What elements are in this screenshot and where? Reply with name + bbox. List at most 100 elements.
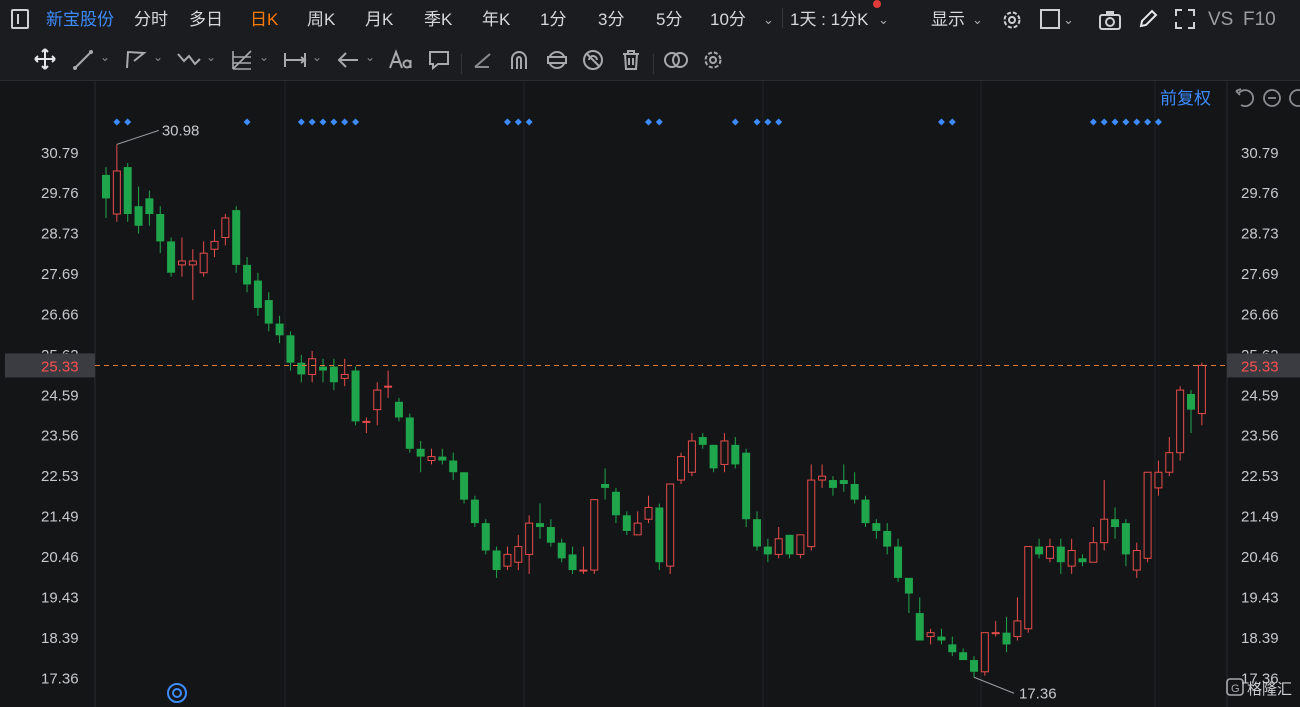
interval-selector[interactable]: 1天 : 1分K: [790, 9, 868, 31]
pencil-icon[interactable]: [1137, 8, 1159, 30]
candle-body: [546, 527, 555, 543]
candle-body: [503, 553, 512, 567]
settings-gear-icon[interactable]: [1000, 8, 1024, 32]
candle-body: [319, 366, 327, 371]
drawing-settings-gear-icon[interactable]: [701, 48, 725, 72]
wave-tool-chevron-icon[interactable]: ⌄: [206, 46, 216, 68]
fullscreen-icon[interactable]: [1174, 8, 1196, 30]
wave-tool-icon[interactable]: [176, 49, 202, 71]
candle-body: [753, 519, 761, 547]
comment-tool-icon[interactable]: [428, 49, 450, 71]
candle-body: [232, 210, 241, 265]
measure-chevron-icon[interactable]: ⌄: [312, 46, 322, 68]
y-tick-label-right: 23.56: [1241, 428, 1279, 445]
candle-body: [362, 420, 371, 423]
tab-duori[interactable]: 多日: [189, 9, 223, 31]
candle-body: [275, 323, 284, 336]
y-tick-label-right: 18.39: [1241, 630, 1279, 647]
sidebar-toggle-icon[interactable]: [11, 9, 29, 29]
candle: [1143, 471, 1152, 563]
vs-button[interactable]: VS: [1208, 9, 1233, 31]
candle-body: [1187, 394, 1195, 410]
compare-icon[interactable]: [663, 50, 689, 70]
y-tick-label-right: 21.49: [1241, 509, 1279, 526]
brush-tool-icon[interactable]: [472, 50, 494, 70]
candle-body: [1100, 518, 1109, 544]
candle-body: [264, 300, 273, 324]
hide-drawings-icon[interactable]: [582, 49, 604, 71]
candle: [405, 413, 414, 453]
y-tick-label-right: 30.79: [1241, 145, 1279, 162]
layout-chevron-icon[interactable]: ⌄: [1063, 9, 1074, 31]
more-periods-chevron-icon[interactable]: ⌄: [763, 9, 774, 31]
tab-5min[interactable]: 5分: [656, 9, 682, 31]
candle-body: [470, 499, 479, 524]
candle-body: [785, 534, 794, 555]
arrow-tool-icon[interactable]: [336, 49, 360, 71]
tab-niank[interactable]: 年K: [482, 9, 510, 31]
text-tool-icon[interactable]: [388, 49, 414, 71]
chart-background: [0, 81, 1300, 707]
candlestick-chart[interactable]: 30.79 30.79 29.76 29.76 28.73 28.73 27.69 27.69…: [0, 81, 1300, 707]
magnet-icon[interactable]: [508, 49, 530, 71]
stock-name[interactable]: 新宝股份: [46, 9, 114, 31]
candle: [742, 448, 751, 528]
fibonacci-tool-icon[interactable]: [230, 48, 254, 72]
candle-body: [980, 632, 989, 673]
watermark-text: 格隆汇: [1247, 680, 1292, 698]
candle-body: [666, 483, 675, 567]
interval-chevron-icon[interactable]: ⌄: [878, 9, 889, 31]
adjust-mode-label[interactable]: 前复权: [1160, 89, 1211, 108]
y-tick-label-right: 19.43: [1241, 589, 1279, 606]
display-chevron-icon[interactable]: ⌄: [972, 9, 983, 31]
y-tick-label-left: 23.56: [41, 428, 79, 445]
candle-body: [959, 652, 968, 661]
candle-body: [861, 499, 870, 524]
candle: [861, 495, 870, 528]
arrow-tool-chevron-icon[interactable]: ⌄: [365, 46, 375, 68]
tab-10min[interactable]: 10分: [710, 9, 746, 31]
tab-3min[interactable]: 3分: [598, 9, 624, 31]
y-tick-label-right: 27.69: [1241, 266, 1279, 283]
display-menu[interactable]: 显示: [931, 9, 965, 31]
tab-1min[interactable]: 1分: [540, 9, 566, 31]
measure-tool-icon[interactable]: [283, 49, 307, 71]
lock-drawings-icon[interactable]: [545, 49, 569, 71]
toolbar-divider: [653, 54, 654, 74]
candle-body: [991, 632, 1000, 635]
candle-body: [243, 264, 252, 285]
candle: [677, 452, 686, 484]
trash-icon[interactable]: [621, 49, 641, 71]
candle-body: [677, 456, 686, 481]
candle-body: [1197, 364, 1206, 415]
candle-body: [221, 217, 230, 238]
candle-body: [1024, 546, 1033, 630]
candle-body: [210, 240, 219, 250]
y-tick-label-left: 22.53: [41, 468, 79, 485]
line-tool-icon[interactable]: [72, 49, 94, 71]
tab-fenshi[interactable]: 分时: [134, 9, 168, 31]
candle-body: [1089, 542, 1098, 563]
candle-body: [112, 170, 121, 215]
polyline-chevron-icon[interactable]: ⌄: [153, 46, 163, 68]
candle-body: [525, 522, 534, 555]
polyline-tool-icon[interactable]: [124, 49, 148, 71]
tab-jik[interactable]: 季K: [424, 9, 452, 31]
layout-square-icon[interactable]: [1040, 9, 1060, 29]
y-tick-label-left: 28.73: [41, 225, 79, 242]
camera-icon[interactable]: [1098, 9, 1122, 31]
tab-rik[interactable]: 日K: [250, 9, 278, 31]
tab-zhouk[interactable]: 周K: [307, 9, 335, 31]
fibonacci-chevron-icon[interactable]: ⌄: [259, 46, 269, 68]
candle-body: [199, 252, 208, 274]
f10-button[interactable]: F10: [1243, 9, 1276, 31]
candle-body: [123, 167, 132, 215]
tab-yuek[interactable]: 月K: [365, 9, 393, 31]
candle-body: [687, 440, 696, 473]
y-tick-label-left: 17.36: [41, 670, 79, 687]
candle-body: [1013, 620, 1022, 638]
candle-body: [102, 174, 110, 199]
candle: [460, 472, 469, 504]
line-tool-chevron-icon[interactable]: ⌄: [100, 46, 110, 68]
move-icon[interactable]: [34, 48, 56, 70]
